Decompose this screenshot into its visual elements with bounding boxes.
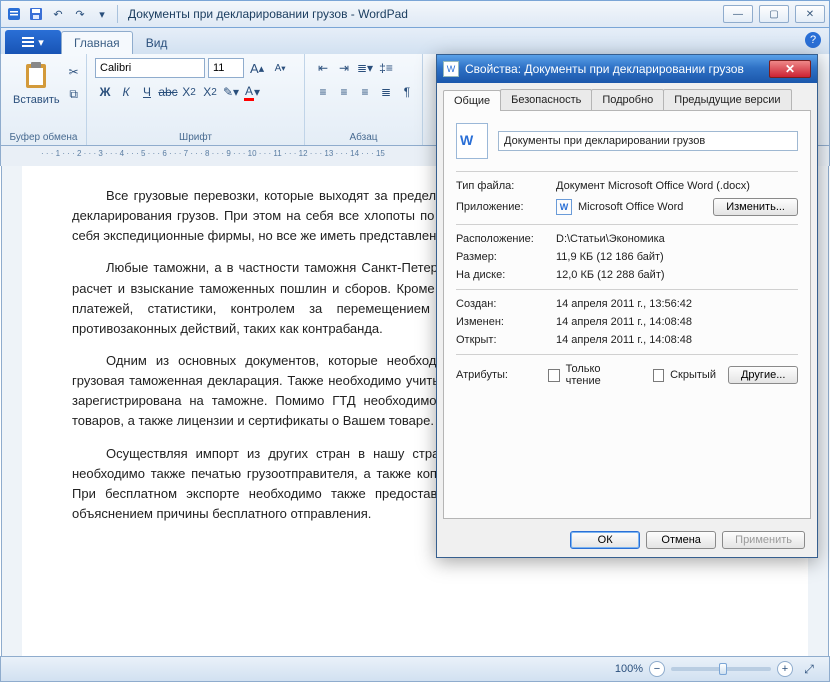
window-title: Документы при декларировании грузов - Wo… — [128, 7, 408, 21]
titlebar: ↶ ↷ ▾ Документы при декларировании грузо… — [0, 0, 830, 28]
checkbox-hidden[interactable] — [653, 369, 664, 382]
label-readonly: Только чтение — [566, 363, 629, 387]
tab-security[interactable]: Безопасность — [500, 89, 592, 110]
undo-icon[interactable]: ↶ — [49, 5, 67, 23]
label-size-on-disk: На диске: — [456, 269, 556, 281]
properties-dialog: W Свойства: Документы при декларировании… — [436, 54, 818, 558]
cancel-button[interactable]: Отмена — [646, 531, 716, 549]
tab-view[interactable]: Вид — [133, 31, 181, 54]
font-color-button[interactable]: A▾ — [242, 82, 262, 102]
grow-font-icon[interactable]: A▴ — [247, 58, 267, 78]
zoom-in-button[interactable]: + — [777, 661, 793, 677]
dec-indent-icon[interactable]: ⇤ — [313, 58, 333, 78]
label-size: Размер: — [456, 251, 556, 263]
help-icon[interactable]: ? — [805, 32, 821, 48]
label-modified: Изменен: — [456, 316, 556, 328]
value-file-type: Документ Microsoft Office Word (.docx) — [556, 180, 798, 192]
ok-button[interactable]: ОК — [570, 531, 640, 549]
maximize-button[interactable]: ▢ — [759, 5, 789, 23]
dialog-titlebar[interactable]: W Свойства: Документы при декларировании… — [437, 55, 817, 83]
dialog-close-button[interactable]: ✕ — [769, 60, 811, 78]
value-modified: 14 апреля 2011 г., 14:08:48 — [556, 316, 798, 328]
label-application: Приложение: — [456, 201, 556, 213]
statusbar: 100% − + ⤢ — [0, 656, 830, 682]
zoom-slider[interactable] — [671, 667, 771, 671]
tab-general[interactable]: Общие — [443, 90, 501, 111]
app-menu-icon[interactable] — [5, 5, 23, 23]
underline-button[interactable]: Ч — [137, 82, 157, 102]
superscript-button[interactable]: X2 — [200, 82, 220, 102]
bullets-icon[interactable]: ≣▾ — [355, 58, 375, 78]
strike-button[interactable]: abc — [158, 82, 178, 102]
fullscreen-icon[interactable]: ⤢ — [799, 659, 819, 679]
paragraph-dlg-icon[interactable]: ¶ — [397, 82, 417, 102]
subscript-button[interactable]: X2 — [179, 82, 199, 102]
paste-button[interactable]: Вставить — [9, 58, 64, 108]
dialog-icon: W — [443, 61, 459, 77]
minimize-button[interactable]: — — [723, 5, 753, 23]
tab-details[interactable]: Подробно — [591, 89, 664, 110]
italic-button[interactable]: К — [116, 82, 136, 102]
group-clipboard-label: Буфер обмена — [9, 130, 78, 143]
tab-previous-versions[interactable]: Предыдущие версии — [663, 89, 791, 110]
dialog-title: Свойства: Документы при декларировании г… — [465, 62, 744, 76]
save-icon[interactable] — [27, 5, 45, 23]
align-justify-icon[interactable]: ≣ — [376, 82, 396, 102]
app-icon: W — [556, 199, 572, 215]
zoom-out-button[interactable]: − — [649, 661, 665, 677]
close-button[interactable]: ✕ — [795, 5, 825, 23]
value-size-on-disk: 12,0 КБ (12 288 байт) — [556, 269, 798, 281]
font-size-combo[interactable] — [208, 58, 244, 78]
shrink-font-icon[interactable]: A▾ — [270, 58, 290, 78]
label-accessed: Открыт: — [456, 334, 556, 346]
value-created: 14 апреля 2011 г., 13:56:42 — [556, 298, 798, 310]
label-location: Расположение: — [456, 233, 556, 245]
ribbon-tabstrip: ▾ Главная Вид ? — [0, 28, 830, 54]
align-center-icon[interactable]: ≡ — [334, 82, 354, 102]
linespacing-icon[interactable]: ‡≡ — [376, 58, 396, 78]
qat-dropdown-icon[interactable]: ▾ — [93, 5, 111, 23]
label-created: Создан: — [456, 298, 556, 310]
value-accessed: 14 апреля 2011 г., 14:08:48 — [556, 334, 798, 346]
filename-field[interactable]: Документы при декларировании грузов — [498, 131, 798, 151]
redo-icon[interactable]: ↷ — [71, 5, 89, 23]
tab-pane-general: Документы при декларировании грузов Тип … — [443, 111, 811, 519]
highlight-button[interactable]: ✎▾ — [221, 82, 241, 102]
label-hidden: Скрытый — [670, 369, 716, 381]
label-file-type: Тип файла: — [456, 180, 556, 192]
bold-button[interactable]: Ж — [95, 82, 115, 102]
value-application: Microsoft Office Word — [578, 201, 713, 213]
align-right-icon[interactable]: ≡ — [355, 82, 375, 102]
align-left-icon[interactable]: ≡ — [313, 82, 333, 102]
file-menu-button[interactable]: ▾ — [5, 30, 61, 54]
quick-access-toolbar: ↶ ↷ ▾ — [5, 5, 111, 23]
inc-indent-icon[interactable]: ⇥ — [334, 58, 354, 78]
zoom-level: 100% — [615, 663, 643, 675]
label-attributes: Атрибуты: — [456, 369, 542, 381]
group-paragraph-label: Абзац — [313, 130, 414, 143]
dialog-tabs: Общие Безопасность Подробно Предыдущие в… — [443, 89, 811, 111]
value-size: 11,9 КБ (12 186 байт) — [556, 251, 798, 263]
tab-home[interactable]: Главная — [61, 31, 133, 54]
group-font-label: Шрифт — [95, 130, 296, 143]
copy-icon[interactable]: ⧉ — [64, 84, 84, 104]
font-name-combo[interactable] — [95, 58, 205, 78]
value-location: D:\Статьи\Экономика — [556, 233, 798, 245]
change-app-button[interactable]: Изменить... — [713, 198, 798, 216]
apply-button[interactable]: Применить — [722, 531, 805, 549]
file-type-icon — [456, 123, 488, 159]
cut-icon[interactable]: ✂ — [64, 62, 84, 82]
other-attributes-button[interactable]: Другие... — [728, 366, 798, 384]
checkbox-readonly[interactable] — [548, 369, 559, 382]
